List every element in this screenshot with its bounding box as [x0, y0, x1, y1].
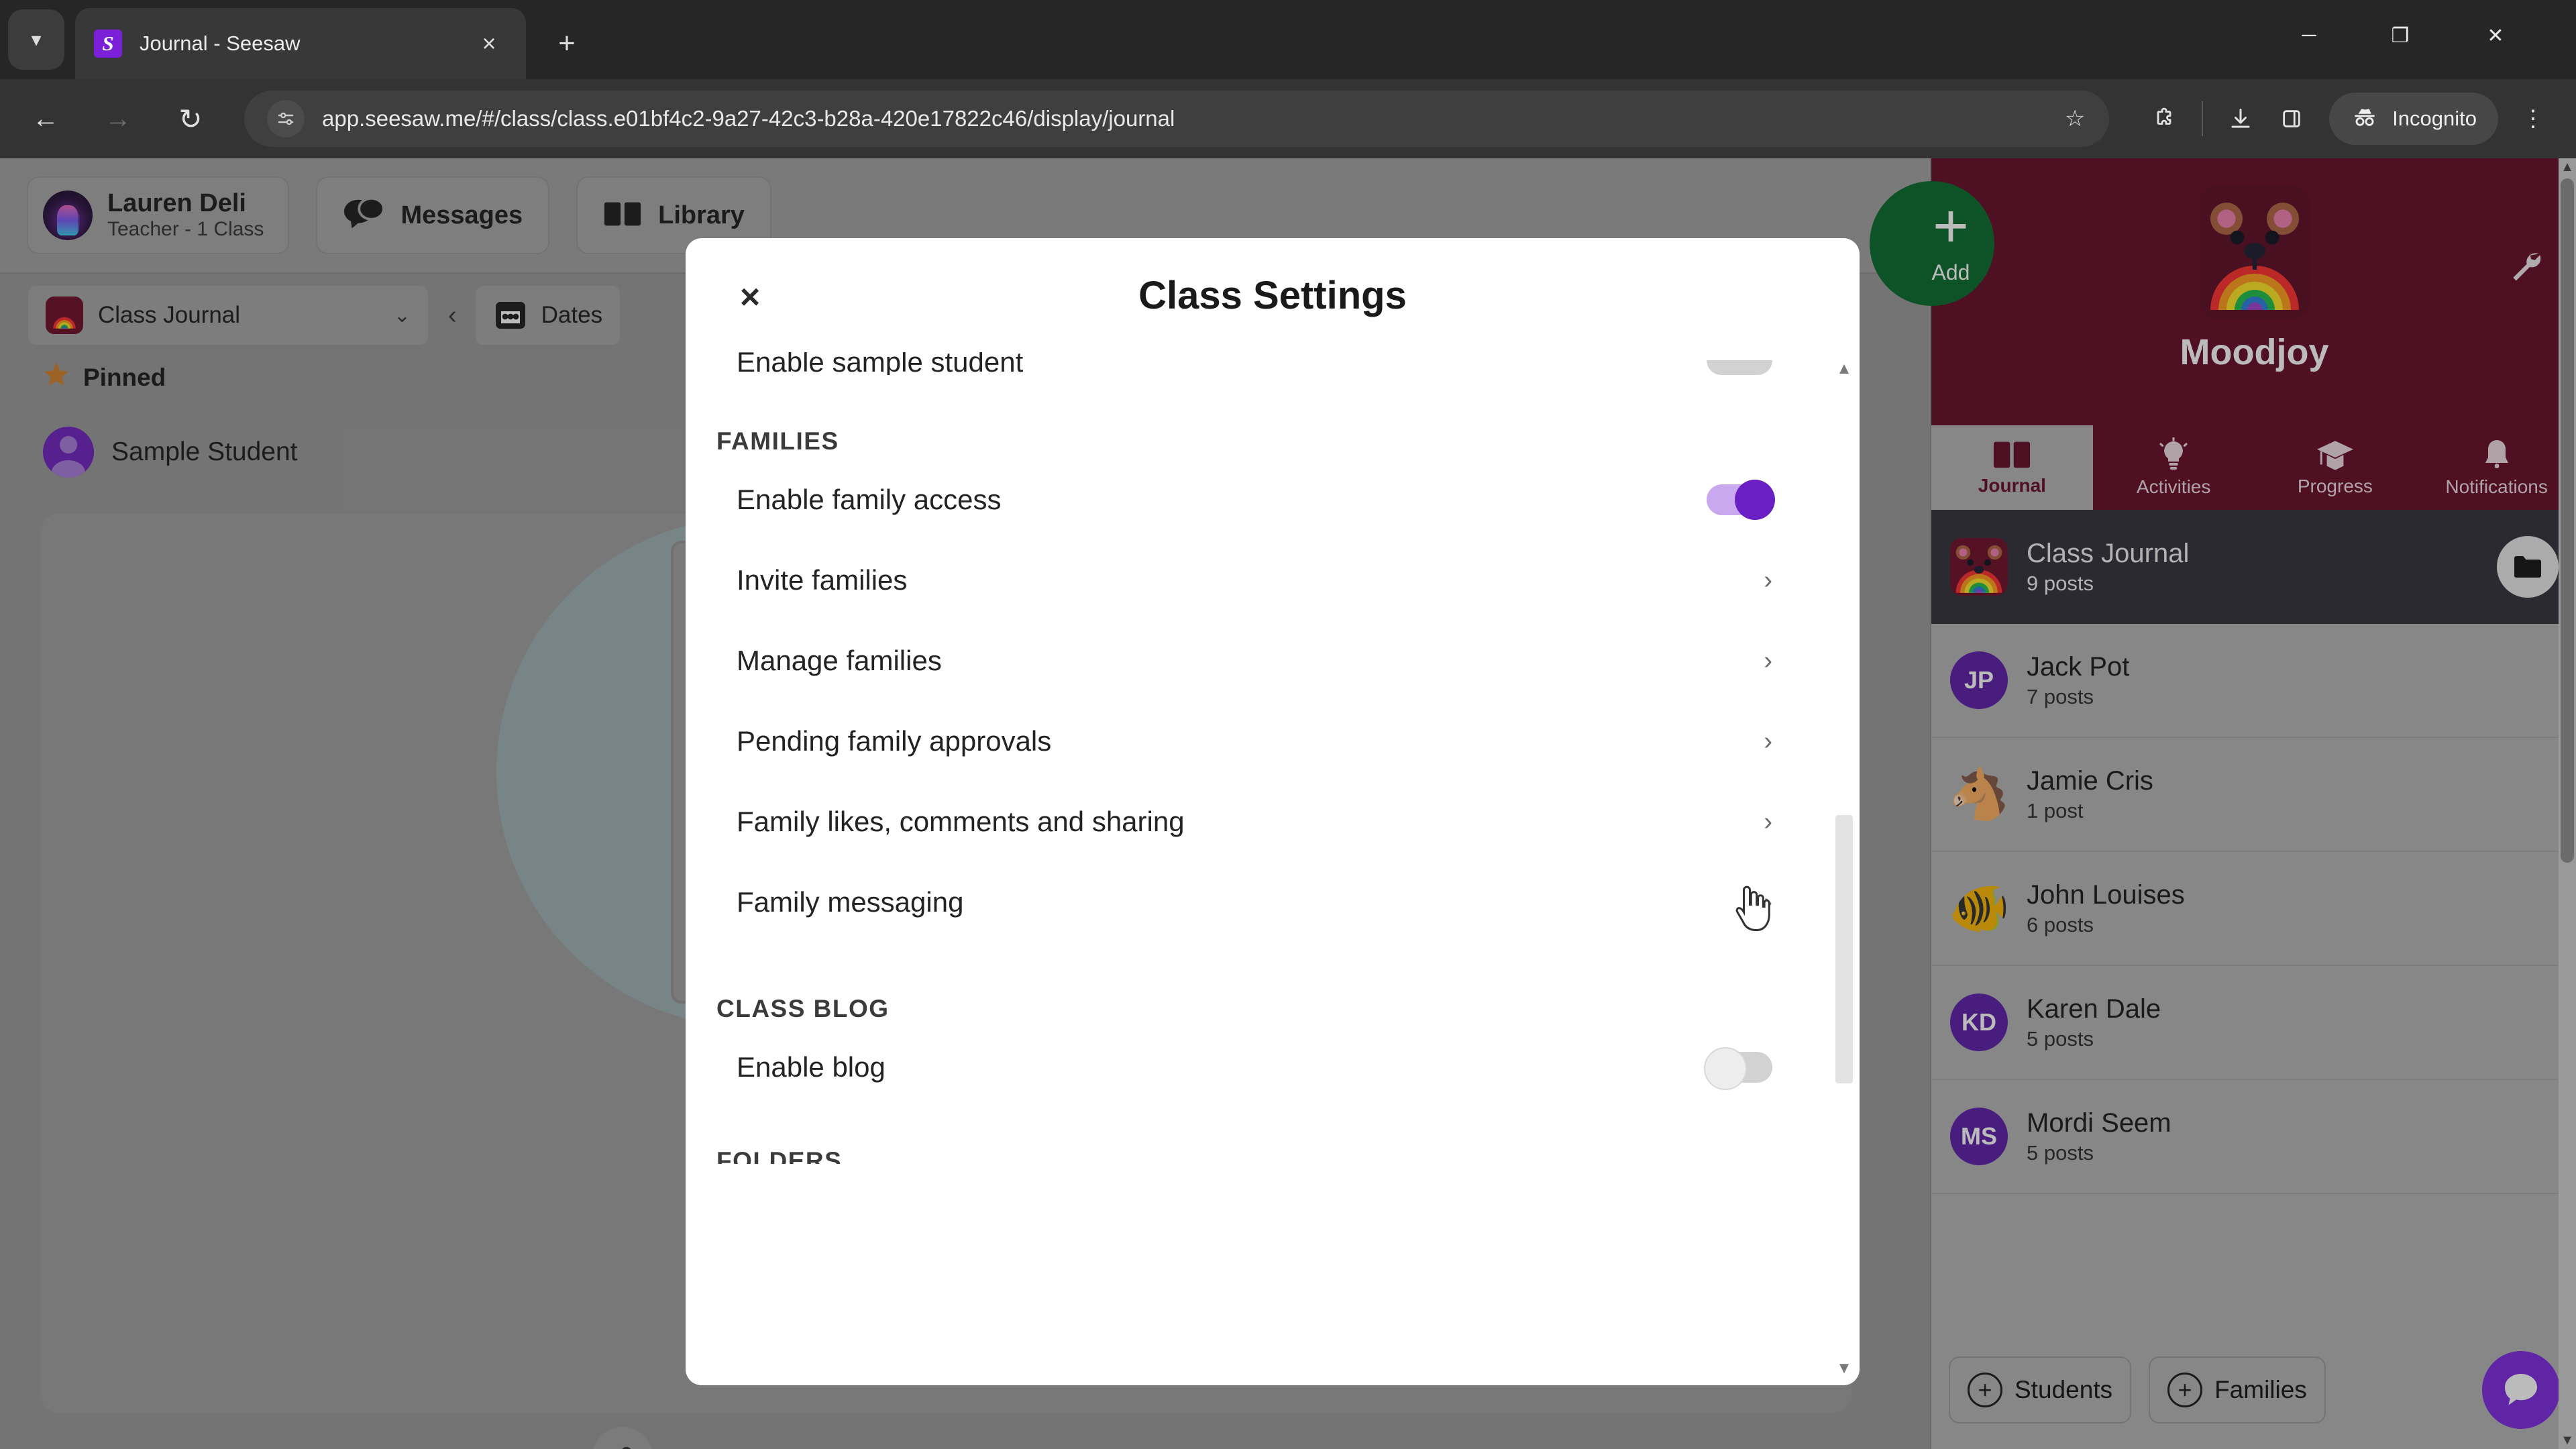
page-title: Class Settings [1138, 273, 1407, 317]
enable-sample-student-toggle[interactable] [1707, 360, 1772, 375]
chevron-right-icon: › [1764, 807, 1772, 836]
window-close-button[interactable]: ✕ [2457, 8, 2534, 63]
setting-label: Invite families [737, 564, 908, 596]
url-text: app.seesaw.me/#/class/class.e01bf4c2-9a2… [322, 106, 1175, 131]
browser-menu-icon[interactable]: ⋮ [2508, 93, 2559, 144]
side-panel-icon[interactable] [2266, 93, 2317, 144]
setting-label: Pending family approvals [737, 725, 1052, 757]
setting-label: Enable blog [737, 1051, 885, 1083]
window-maximize-button[interactable]: ❐ [2361, 8, 2439, 63]
settings-list: Enable sample student FAMILIES Enable fa… [686, 352, 1860, 1385]
setting-row-enable-family-access[interactable]: Enable family access [686, 460, 1860, 540]
setting-row-manage-families[interactable]: Manage families › [686, 621, 1860, 701]
setting-row-pending-family-approvals[interactable]: Pending family approvals › [686, 701, 1860, 782]
new-tab-button[interactable]: + [545, 21, 589, 66]
close-tab-button[interactable]: × [471, 25, 507, 62]
incognito-icon [2351, 103, 2379, 135]
toolbar-divider [2202, 101, 2204, 136]
modal-scroll-up-icon[interactable]: ▲ [1834, 359, 1854, 379]
tab-title: Journal - Seesaw [140, 32, 301, 55]
modal-scrollbar-thumb[interactable] [1835, 815, 1853, 1083]
extensions-icon[interactable] [2139, 93, 2190, 144]
tabstrip: ▾ S Journal - Seesaw × + ─ ❐ ✕ [0, 0, 2576, 79]
enable-family-access-toggle[interactable] [1707, 480, 1775, 520]
window-minimize-button[interactable]: ─ [2270, 8, 2348, 63]
section-header-class-blog: CLASS BLOG [716, 995, 890, 1022]
modal-scroll-down-icon[interactable]: ▼ [1834, 1358, 1854, 1379]
browser-tabstrip-area: ▾ S Journal - Seesaw × + ─ ❐ ✕ [0, 0, 2576, 79]
setting-row-enable-sample-student[interactable]: Enable sample student [686, 352, 1860, 375]
setting-row-enable-blog[interactable]: Enable blog [686, 1027, 1860, 1108]
browser-toolbar: ← → ↻ app.seesaw.me/#/class/class.e01bf4… [0, 79, 2576, 158]
favicon-letter: S [102, 32, 114, 55]
section-header-folders: FOLDERS [686, 1152, 1860, 1164]
chevron-right-icon: › [1764, 727, 1772, 755]
setting-row-family-likes-comments-sharing[interactable]: Family likes, comments and sharing › [686, 782, 1860, 862]
setting-label: Family likes, comments and sharing [737, 806, 1185, 837]
site-settings-icon[interactable] [267, 100, 305, 138]
seesaw-favicon-icon: S [94, 30, 122, 58]
setting-label: Enable sample student [737, 352, 1024, 375]
setting-label: Enable family access [737, 484, 1002, 515]
chevron-right-icon: › [1764, 566, 1772, 594]
setting-label: Manage families [737, 645, 942, 676]
incognito-profile-button[interactable]: Incognito [2329, 93, 2498, 145]
reload-button[interactable]: ↻ [164, 92, 217, 146]
class-settings-dialog: Class Settings × Enable sample student F… [686, 238, 1860, 1385]
chevron-right-icon: › [1764, 646, 1772, 675]
chevron-down-glyph: ▾ [31, 28, 42, 51]
browser-tab[interactable]: S Journal - Seesaw × [75, 8, 526, 79]
section-header-families: FAMILIES [716, 427, 839, 455]
setting-label: Family messaging [737, 886, 964, 918]
bookmark-star-icon[interactable]: ☆ [2054, 98, 2096, 140]
downloads-icon[interactable] [2215, 93, 2266, 144]
enable-blog-toggle[interactable] [1704, 1047, 1772, 1090]
back-button[interactable]: ← [19, 92, 72, 146]
chevron-right-icon: › [1764, 888, 1772, 916]
setting-row-invite-families[interactable]: Invite families › [686, 540, 1860, 621]
tab-search-icon[interactable]: ▾ [8, 9, 64, 70]
address-bar[interactable]: app.seesaw.me/#/class/class.e01bf4c2-9a2… [244, 91, 2110, 147]
incognito-label: Incognito [2392, 107, 2477, 130]
setting-row-family-messaging[interactable]: Family messaging › [686, 862, 1860, 943]
modal-scrollbar[interactable]: ▲ ▼ [1834, 359, 1854, 1379]
close-icon[interactable]: × [724, 272, 775, 323]
forward-button[interactable]: → [91, 92, 145, 146]
